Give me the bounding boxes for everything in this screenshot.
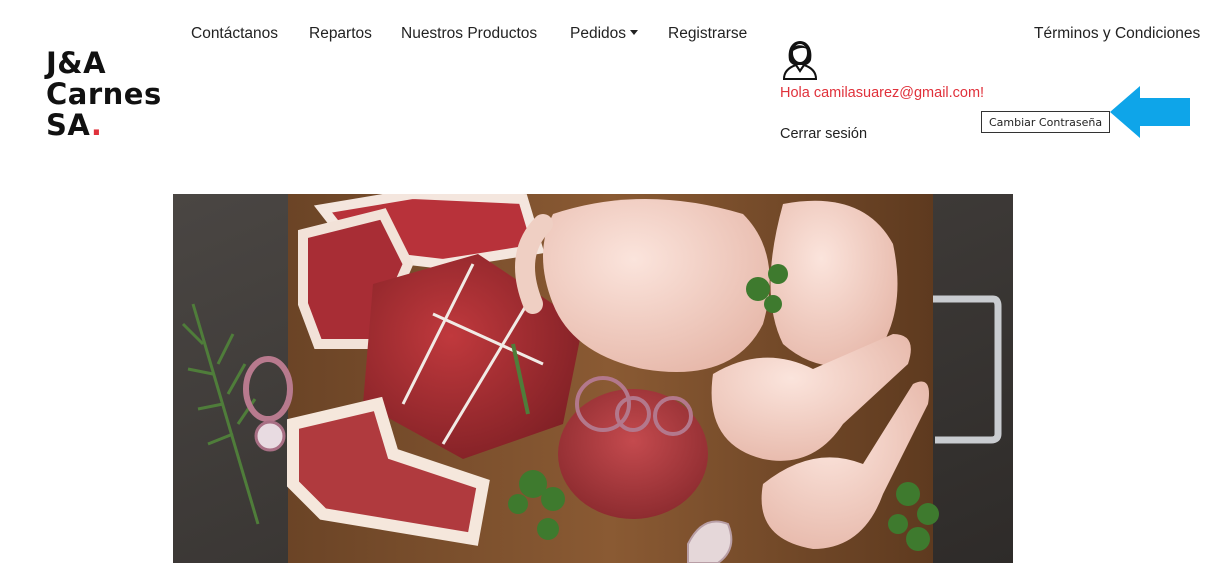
caret-down-icon (630, 30, 639, 35)
hero-image (173, 194, 1013, 563)
brand-line-3-text: SA (46, 108, 91, 142)
nav-products[interactable]: Nuestros Productos (401, 25, 537, 43)
nav-orders-label: Pedidos (570, 25, 627, 42)
nav-deliveries[interactable]: Repartos (309, 25, 372, 43)
brand-dot: . (90, 108, 103, 142)
nav-terms[interactable]: Términos y Condiciones (1034, 25, 1200, 43)
brand-line-2: Carnes (46, 77, 162, 111)
user-greeting: Hola camilasuarez@gmail.com! (780, 85, 985, 101)
brand-line-3: SA. (46, 110, 162, 141)
brand-line-1: J&A (46, 46, 107, 80)
brand-logo[interactable]: J&A Carnes SA. (46, 48, 162, 141)
change-password-button[interactable]: Cambiar Contraseña (981, 111, 1111, 133)
nav-orders-dropdown[interactable]: Pedidos (570, 25, 639, 43)
arrow-left-icon (1110, 86, 1190, 138)
logout-link[interactable]: Cerrar sesión (780, 126, 867, 142)
user-female-icon (782, 41, 818, 80)
nav-contact[interactable]: Contáctanos (191, 25, 278, 43)
nav-register[interactable]: Registrarse (668, 25, 747, 43)
meat-board-illustration (173, 194, 1013, 563)
